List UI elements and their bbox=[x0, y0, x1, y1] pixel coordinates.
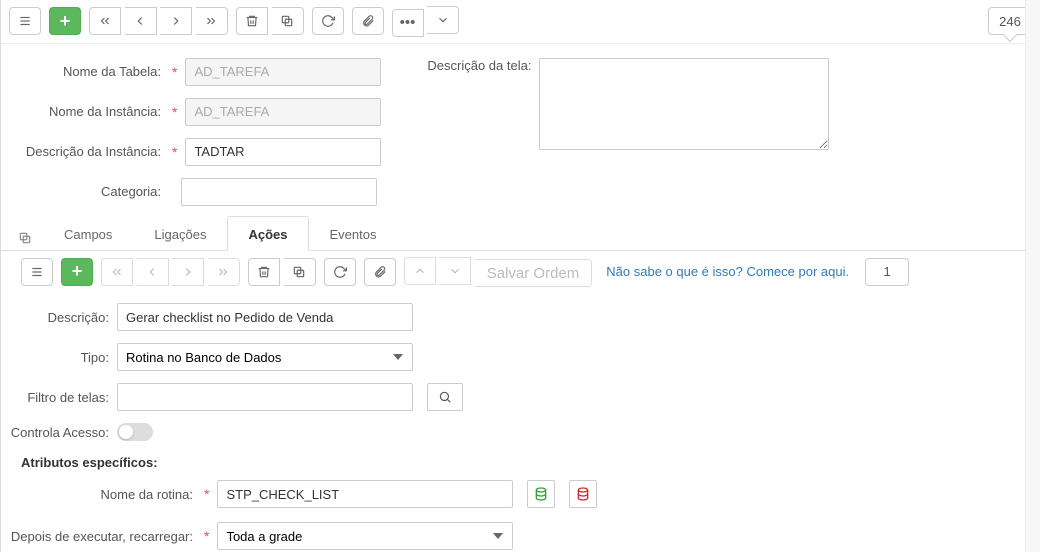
nav-next-button[interactable] bbox=[160, 7, 192, 35]
depois-executar-label: Depois de executar, recarregar: bbox=[1, 529, 193, 544]
move-down-button[interactable] bbox=[439, 257, 471, 285]
refresh-button[interactable] bbox=[312, 7, 344, 35]
depois-executar-select[interactable]: Toda a grade bbox=[217, 522, 513, 550]
tabs: Campos Ligações Ações Eventos bbox=[1, 216, 1040, 251]
tab-campos[interactable]: Campos bbox=[43, 216, 133, 251]
atributos-section-title: Atributos específicos: bbox=[1, 441, 1040, 480]
filtro-search-button[interactable] bbox=[427, 383, 463, 411]
sub-delete-button[interactable] bbox=[248, 258, 280, 286]
nome-tabela-label: Nome da Tabela: bbox=[1, 64, 161, 79]
attachment-button[interactable] bbox=[352, 7, 384, 35]
add-button[interactable]: + bbox=[49, 7, 81, 35]
desc-tela-label: Descrição da tela: bbox=[421, 58, 531, 73]
sub-form: Descrição: Tipo: Rotina no Banco de Dado… bbox=[1, 293, 1040, 560]
sub-record-counter-value: 1 bbox=[883, 264, 890, 279]
more-dropdown-button[interactable] bbox=[427, 6, 459, 34]
desc-instancia-label: Descrição da Instância: bbox=[1, 144, 161, 159]
nome-rotina-input[interactable] bbox=[217, 480, 513, 508]
tab-acoes[interactable]: Ações bbox=[227, 216, 308, 251]
nav-last-button[interactable] bbox=[196, 7, 228, 35]
required-marker: * bbox=[169, 144, 177, 160]
top-toolbar: + ••• 246 bbox=[1, 0, 1040, 44]
tipo-select[interactable]: Rotina no Banco de Dados bbox=[117, 343, 413, 371]
nome-instancia-label: Nome da Instância: bbox=[1, 104, 161, 119]
sub-nav-first-button[interactable] bbox=[101, 258, 133, 286]
desc-tela-textarea[interactable] bbox=[539, 58, 829, 150]
main-form: Nome da Tabela: * Nome da Instância: * Des… bbox=[1, 44, 1040, 212]
filtro-input[interactable] bbox=[117, 383, 413, 411]
tabs-copy-icon[interactable] bbox=[13, 226, 37, 250]
record-counter-value: 246 bbox=[999, 14, 1021, 29]
salvar-ordem-button[interactable]: Salvar Ordem bbox=[475, 259, 593, 287]
rotina-delete-button[interactable] bbox=[569, 480, 597, 508]
controla-acesso-label: Controla Acesso: bbox=[1, 425, 109, 440]
required-marker: * bbox=[201, 528, 209, 544]
required-marker: * bbox=[169, 64, 177, 80]
sub-add-button[interactable]: + bbox=[61, 258, 93, 286]
copy-button[interactable] bbox=[272, 7, 304, 35]
list-view-button[interactable] bbox=[9, 7, 41, 35]
delete-button[interactable] bbox=[236, 7, 268, 35]
tab-eventos[interactable]: Eventos bbox=[309, 216, 398, 251]
desc-instancia-input[interactable] bbox=[185, 138, 381, 166]
controla-acesso-toggle[interactable] bbox=[117, 423, 153, 441]
required-marker: * bbox=[201, 486, 209, 502]
nav-prev-button[interactable] bbox=[125, 7, 157, 35]
sub-record-counter[interactable]: 1 bbox=[865, 258, 909, 286]
rotina-edit-button[interactable] bbox=[527, 480, 555, 508]
required-marker: * bbox=[169, 104, 177, 120]
scrollbar[interactable] bbox=[1025, 0, 1040, 552]
filtro-label: Filtro de telas: bbox=[1, 390, 109, 405]
nome-instancia-input[interactable] bbox=[185, 98, 381, 126]
more-button[interactable]: ••• bbox=[392, 9, 424, 37]
help-link[interactable]: Não sabe o que é isso? Comece por aqui. bbox=[606, 264, 849, 279]
sub-nav-prev-button[interactable] bbox=[137, 258, 169, 286]
sub-copy-button[interactable] bbox=[284, 258, 316, 286]
tab-ligacoes[interactable]: Ligações bbox=[133, 216, 227, 251]
descricao-input[interactable] bbox=[117, 303, 413, 331]
sub-nav-next-button[interactable] bbox=[172, 258, 204, 286]
nome-tabela-input[interactable] bbox=[185, 58, 381, 86]
sub-toolbar: + Salvar Ordem Não sabe o que é isso? Co… bbox=[1, 251, 1040, 294]
categoria-input[interactable] bbox=[181, 178, 377, 206]
app-root: { "top": { "counter": "246" }, "form": {… bbox=[0, 0, 1040, 552]
move-up-button[interactable] bbox=[404, 257, 436, 285]
categoria-label: Categoria: bbox=[1, 184, 161, 199]
nav-first-button[interactable] bbox=[89, 7, 121, 35]
descricao-label: Descrição: bbox=[1, 310, 109, 325]
tipo-label: Tipo: bbox=[1, 350, 109, 365]
sub-list-view-button[interactable] bbox=[21, 258, 53, 286]
sub-nav-last-button[interactable] bbox=[208, 258, 240, 286]
nome-rotina-label: Nome da rotina: bbox=[1, 487, 193, 502]
sub-refresh-button[interactable] bbox=[324, 258, 356, 286]
sub-attachment-button[interactable] bbox=[364, 258, 396, 286]
